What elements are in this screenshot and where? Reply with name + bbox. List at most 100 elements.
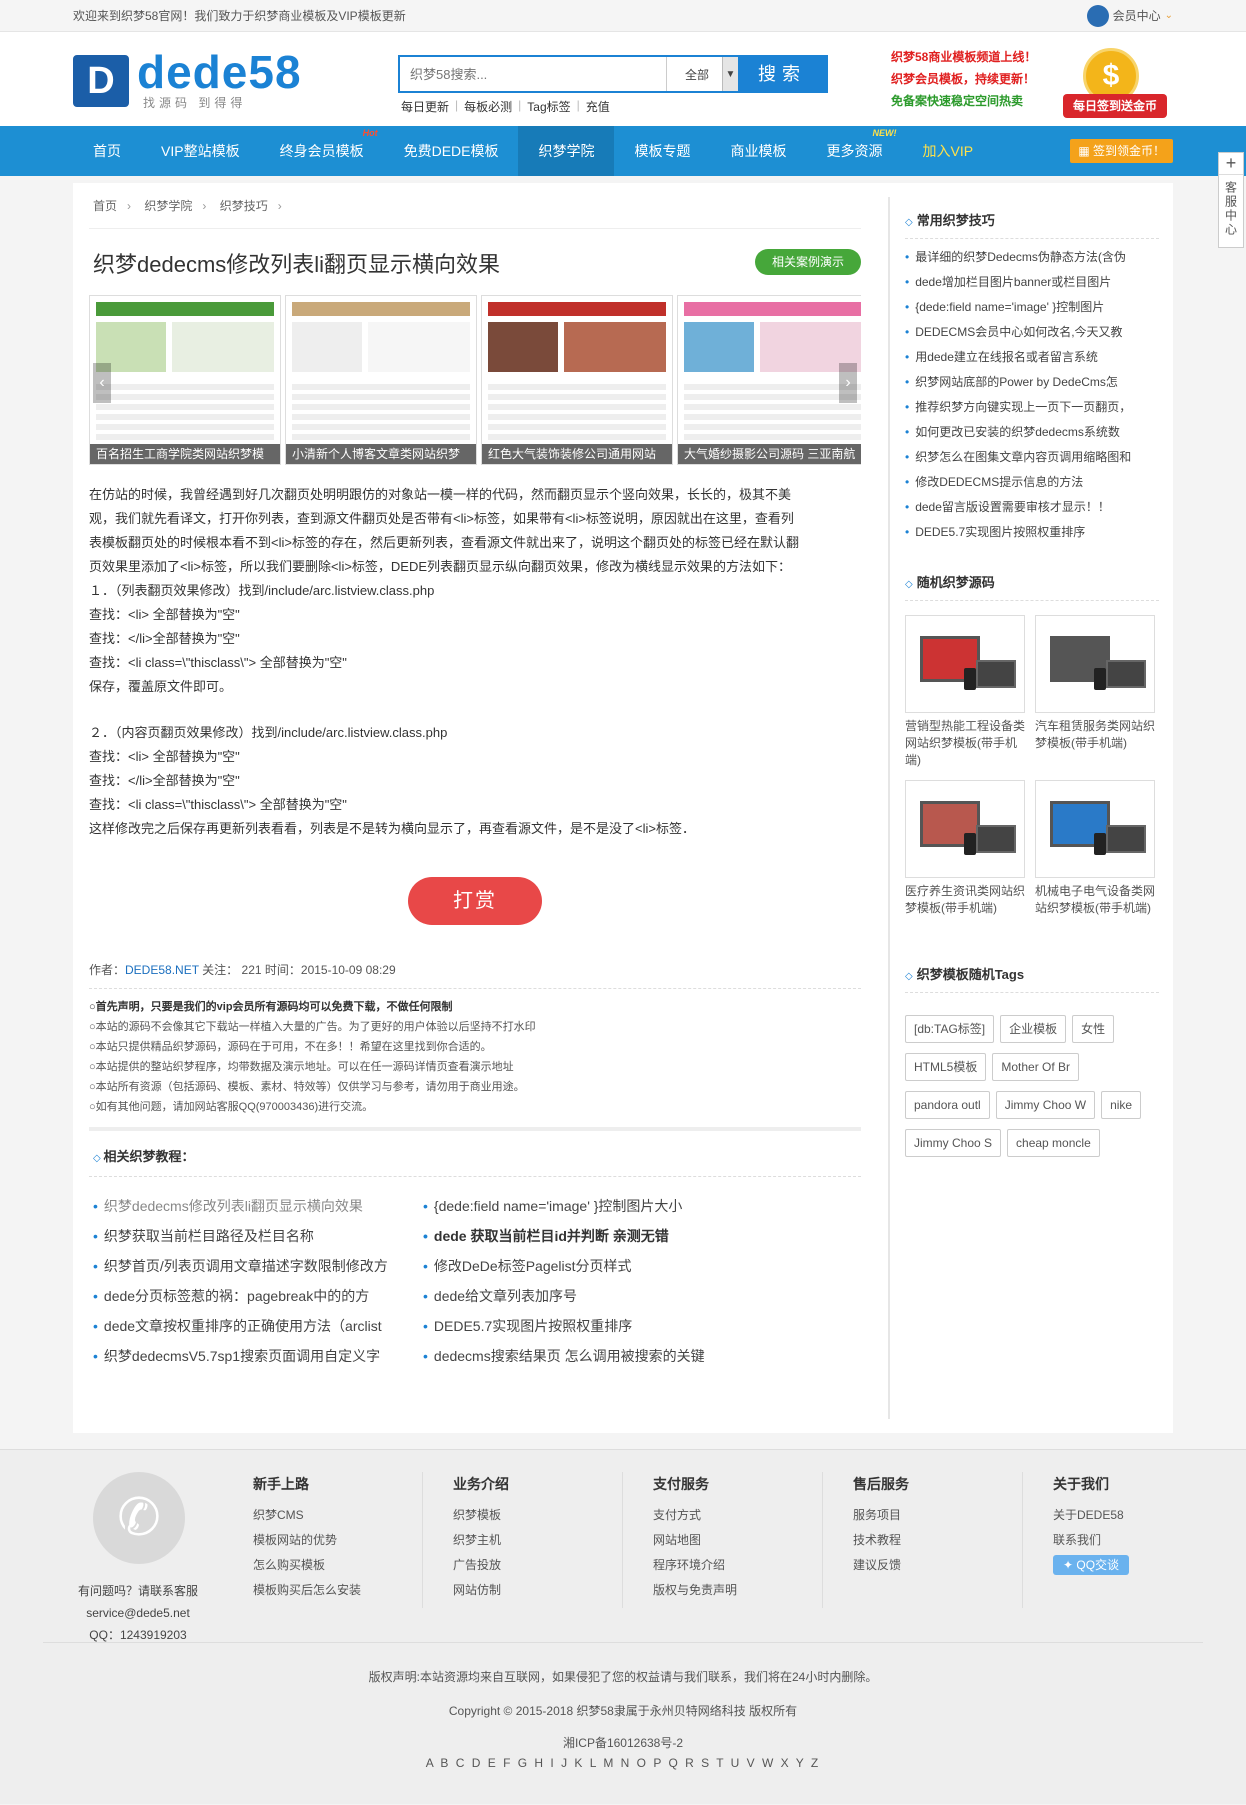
gallery-item[interactable]: 小清新个人博客文章类网站织梦 <box>285 295 477 465</box>
related-link[interactable]: • dede 获取当前栏目id并判断 亲测无错 <box>419 1221 749 1251</box>
article-paragraph: 页效果里添加了<li>标签，所以我们要删除<li>标签，DEDE列表翻页显示纵向… <box>89 559 792 574</box>
tip-link[interactable]: • 织梦怎么在图集文章内容页调用缩略图和 <box>905 445 1159 470</box>
footer-link[interactable]: 模板网站的优势 <box>253 1528 422 1553</box>
footer-link[interactable]: 模板购买后怎么安装 <box>253 1578 422 1603</box>
related-link[interactable]: • dede给文章列表加序号 <box>419 1281 749 1311</box>
promo-line[interactable]: 织梦58商业模板频道上线！ <box>891 46 1036 68</box>
related-link[interactable]: • {dede:field name='image' }控制图片大小 <box>419 1191 749 1221</box>
member-center-link[interactable]: 会员中心 ⌄ <box>1086 0 1173 32</box>
footer-link[interactable]: 支付方式 <box>653 1503 822 1528</box>
random-template-card[interactable]: 营销型热能工程设备类网站织梦模板(带手机端) <box>905 615 1025 780</box>
related-link[interactable]: • dede文章按权重排序的正确使用方法（arclist <box>89 1311 419 1341</box>
tip-link[interactable]: • 用dede建立在线报名或者留言系统 <box>905 345 1159 370</box>
qq-chat-button[interactable]: ✦ QQ交谈 <box>1053 1555 1130 1575</box>
author-link[interactable]: DEDE58.NET <box>125 963 199 977</box>
related-link[interactable]: • dedecms搜索结果页 怎么调用被搜索的关键 <box>419 1341 749 1371</box>
nav-item-more[interactable]: NEW! 更多资源 <box>806 126 902 176</box>
nav-item-home[interactable]: 首页 <box>73 126 141 176</box>
footer-link[interactable]: 联系我们 <box>1053 1528 1223 1553</box>
tag-link[interactable]: Jimmy Choo S <box>905 1129 1002 1157</box>
tip-link[interactable]: • dede增加栏目图片banner或栏目图片 <box>905 270 1159 295</box>
random-template-card[interactable]: 机械电子电气设备类网站织梦模板(带手机端) <box>1035 780 1155 945</box>
contact-email[interactable]: service@dede5.net <box>43 1602 233 1624</box>
gallery-item[interactable]: 大气婚纱摄影公司源码 三亚南航 <box>677 295 861 465</box>
related-link[interactable]: • 织梦dedecmsV5.7sp1搜索页面调用自定义字 <box>89 1341 419 1371</box>
footer-link[interactable]: 织梦CMS <box>253 1503 422 1528</box>
promo-line[interactable]: 免备案快速稳定空间热卖 <box>891 90 1036 112</box>
tip-link[interactable]: • 修改DEDECMS提示信息的方法 <box>905 470 1159 495</box>
tag-link[interactable]: 企业模板 <box>1000 1015 1067 1043</box>
gallery-item[interactable]: 红色大气装饰装修公司通用网站 <box>481 295 673 465</box>
related-link[interactable]: • dede分页标签惹的祸：pagebreak中的的方 <box>89 1281 419 1311</box>
tip-link[interactable]: • {dede:field name='image' }控制图片 <box>905 295 1159 320</box>
reward-button[interactable]: 打赏 <box>408 877 542 925</box>
related-link[interactable]: • 织梦获取当前栏目路径及栏目名称 <box>89 1221 419 1251</box>
tag-link[interactable]: Jimmy Choo W <box>995 1091 1096 1119</box>
footer-link[interactable]: 程序环境介绍 <box>653 1553 822 1578</box>
search-scope-select[interactable]: 全部 ▼ <box>666 57 738 91</box>
tip-link[interactable]: • 织梦网站底部的Power by DedeCms怎 <box>905 370 1159 395</box>
footer-link[interactable]: 广告投放 <box>453 1553 622 1578</box>
related-link[interactable]: • 织梦首页/列表页调用文章描述字数限制修改方 <box>89 1251 419 1281</box>
tag-link[interactable]: pandora outl <box>905 1091 990 1119</box>
tag-link[interactable]: Mother Of Br <box>992 1053 1080 1081</box>
quick-link-recharge[interactable]: 充值 <box>586 98 610 115</box>
breadcrumb-academy[interactable]: 织梦学院 <box>144 199 192 213</box>
related-link[interactable]: • 织梦dedecms修改列表li翻页显示横向效果 <box>89 1191 419 1221</box>
nav-item-join-vip[interactable]: 加入VIP <box>902 126 993 176</box>
alphabet-index[interactable]: A B C D E F G H I J K L M N O P Q R S T … <box>43 1754 1203 1772</box>
tip-link[interactable]: • 推荐织梦方向键实现上一页下一页翻页， <box>905 395 1159 420</box>
search-input[interactable] <box>400 57 666 91</box>
breadcrumb-tips[interactable]: 织梦技巧 <box>220 199 268 213</box>
footer-link[interactable]: 织梦模板 <box>453 1503 622 1528</box>
footer-link[interactable]: 版权与免责声明 <box>653 1578 822 1603</box>
gallery-item[interactable]: 百名招生工商学院类网站织梦模 <box>89 295 281 465</box>
article-paragraph: 在仿站的时候，我曾经遇到好几次翻页处明明跟仿的对象站一模一样的代码，然而翻页显示… <box>89 487 792 502</box>
tip-link[interactable]: • 最详细的织梦Dedecms伪静态方法(含伪 <box>905 245 1159 270</box>
nav-item-lifetime[interactable]: Hot 终身会员模板 <box>260 126 384 176</box>
footer-link[interactable]: 网站地图 <box>653 1528 822 1553</box>
related-link[interactable]: • DEDE5.7实现图片按照权重排序 <box>419 1311 749 1341</box>
tag-link[interactable]: nike <box>1101 1091 1142 1119</box>
quick-link-daily[interactable]: 每日更新 <box>401 98 449 115</box>
footer-link[interactable]: 网站仿制 <box>453 1578 622 1603</box>
tip-link[interactable]: • DEDECMS会员中心如何改名,今天又教 <box>905 320 1159 345</box>
quick-link-tags[interactable]: Tag标签 <box>527 98 570 115</box>
random-template-card[interactable]: 医疗养生资讯类网站织梦模板(带手机端) <box>905 780 1025 945</box>
related-link[interactable]: • 修改DeDe标签Pagelist分页样式 <box>419 1251 749 1281</box>
breadcrumb-home[interactable]: 首页 <box>93 199 117 213</box>
random-template-card[interactable]: 汽车租赁服务类网站织梦模板(带手机端) <box>1035 615 1155 780</box>
nav-item-topics[interactable]: 模板专题 <box>614 126 710 176</box>
quick-link-tested[interactable]: 每板必测 <box>464 98 512 115</box>
tag-link[interactable]: HTML5模板 <box>905 1053 987 1081</box>
footer-link[interactable]: 怎么购买模板 <box>253 1553 422 1578</box>
footer-column: 新手上路 织梦CMS 模板网站的优势 怎么购买模板 模板购买后怎么安装 <box>253 1472 423 1608</box>
footer-link[interactable]: 技术教程 <box>853 1528 1022 1553</box>
tag-link[interactable]: 女性 <box>1072 1015 1115 1043</box>
customer-service-float[interactable]: + 客服中心 <box>1218 152 1244 248</box>
tag-link[interactable]: cheap moncle <box>1007 1129 1100 1157</box>
signin-gold-button[interactable]: ▦ 签到领金币！ <box>1070 139 1173 163</box>
footer-link[interactable]: 织梦主机 <box>453 1528 622 1553</box>
tip-link[interactable]: • dede留言版设置需要审核才显示！！ <box>905 495 1159 520</box>
search-button[interactable]: 搜索 <box>738 57 826 91</box>
daily-signin-badge[interactable]: $ 每日签到送金币 <box>1063 48 1173 124</box>
nav-item-academy[interactable]: 织梦学院 <box>518 126 615 176</box>
icp-number[interactable]: 湘ICP备16012638号-2 <box>43 1732 1203 1754</box>
nav-item-commercial[interactable]: 商业模板 <box>710 126 806 176</box>
prev-arrow-icon[interactable]: ‹ <box>93 363 111 403</box>
site-logo[interactable]: D dede58 找源码 到得得 <box>73 49 302 111</box>
next-arrow-icon[interactable]: › <box>839 363 857 403</box>
tip-link[interactable]: • DEDE5.7实现图片按照权重排序 <box>905 520 1159 545</box>
tip-link[interactable]: • 如何更改已安装的织梦dedecms系统数 <box>905 420 1159 445</box>
footer-link[interactable]: 服务项目 <box>853 1503 1022 1528</box>
article-paragraph: 表模板翻页处的时候根本看不到<li>标签的存在，然后更新列表，查看源文件就出来了… <box>89 535 799 550</box>
article-paragraph: 观，我们就先看译文，打开你列表，查到源文件翻页处是否带有<li>标签，如果带有<… <box>89 511 794 526</box>
footer-link[interactable]: 关于DEDE58 <box>1053 1503 1223 1528</box>
promo-line[interactable]: 织梦会员模板，持续更新！ <box>891 68 1036 90</box>
related-demo-button[interactable]: 相关案例演示 <box>755 249 861 275</box>
footer-link[interactable]: 建议反馈 <box>853 1553 1022 1578</box>
nav-item-vip-templates[interactable]: VIP整站模板 <box>141 126 260 176</box>
tag-link[interactable]: [db:TAG标签] <box>905 1015 995 1043</box>
nav-item-free-dede[interactable]: 免费DEDE模板 <box>384 126 519 176</box>
